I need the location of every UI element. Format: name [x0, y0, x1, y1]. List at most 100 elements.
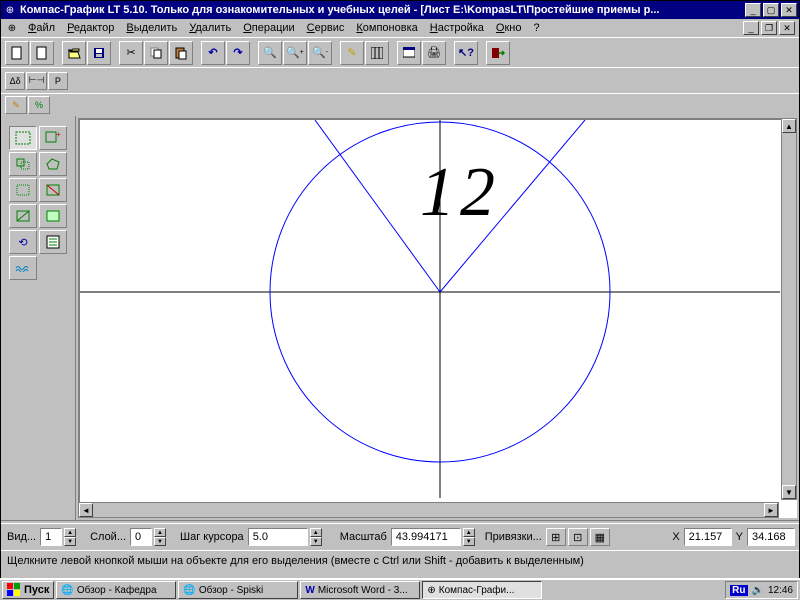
tool-list[interactable] [39, 230, 67, 254]
view-field[interactable]: 1 [40, 528, 62, 546]
tab-bar: Δδ ⊢⊣ P [1, 67, 799, 93]
taskbar: Пуск 🌐Обзор - Кафедра 🌐Обзор - Spiski WM… [0, 578, 800, 600]
x-field: 21.157 [684, 528, 732, 546]
clock[interactable]: 12:46 [768, 585, 793, 596]
volume-icon[interactable]: 🔊 [752, 585, 764, 596]
tool-cross-window[interactable] [39, 178, 67, 202]
minimize-button[interactable]: _ [745, 3, 761, 17]
layer-field[interactable]: 0 [130, 528, 152, 546]
snap-btn-3[interactable]: ▦ [590, 528, 610, 546]
step-field[interactable]: 5.0 [248, 528, 308, 546]
tool-polygon-select[interactable] [39, 152, 67, 176]
menu-select[interactable]: Выделить [120, 20, 183, 36]
snap-btn-2[interactable]: ⊡ [568, 528, 588, 546]
tool-add-select[interactable]: + [39, 126, 67, 150]
tab-edit[interactable]: ✎ [5, 96, 27, 114]
task-button-1[interactable]: 🌐Обзор - Кафедра [56, 581, 176, 599]
scroll-right-button[interactable]: ► [764, 503, 778, 517]
scroll-down-button[interactable]: ▼ [782, 485, 796, 499]
zoom-in-button[interactable]: 🔍+ [283, 41, 307, 65]
titlebar: ⊕ Компас-График LT 5.10. Только для озна… [1, 1, 799, 19]
scale-down[interactable]: ▼ [463, 537, 475, 546]
y-field: 34.168 [747, 528, 795, 546]
close-button[interactable]: ✕ [781, 3, 797, 17]
grid-button[interactable] [365, 41, 389, 65]
new-button[interactable] [30, 41, 54, 65]
tool-refresh[interactable]: ⟲ [9, 230, 37, 254]
vertical-scrollbar[interactable]: ▲ ▼ [781, 118, 797, 500]
y-label: Y [734, 531, 745, 543]
print-button[interactable]: 🖨 [422, 41, 446, 65]
tab-p[interactable]: P [48, 72, 68, 90]
tab-constraints[interactable]: ⊢⊣ [26, 72, 46, 90]
exit-button[interactable] [486, 41, 510, 65]
snap-label[interactable]: Привязки... [483, 531, 544, 543]
tab-percent[interactable]: % [28, 96, 50, 114]
view-down[interactable]: ▼ [64, 537, 76, 546]
step-up[interactable]: ▲ [310, 528, 322, 537]
scroll-left-button[interactable]: ◄ [79, 503, 93, 517]
tool-all[interactable] [39, 204, 67, 228]
scale-up[interactable]: ▲ [463, 528, 475, 537]
parameter-bar: Вид... 1 ▲▼ Слой... 0 ▲▼ Шаг курсора 5.0… [1, 524, 799, 550]
layer-label[interactable]: Слой... [88, 531, 128, 543]
step-label: Шаг курсора [178, 531, 246, 543]
menu-settings[interactable]: Настройка [424, 20, 490, 36]
mdi-minimize-button[interactable]: _ [743, 21, 759, 35]
tool-palette: + ⟲ [1, 116, 76, 520]
layer-down[interactable]: ▼ [154, 537, 166, 546]
save-button[interactable] [87, 41, 111, 65]
select-tool-button[interactable]: ✎ [340, 41, 364, 65]
view-up[interactable]: ▲ [64, 528, 76, 537]
tab-dims[interactable]: Δδ [5, 72, 25, 90]
menu-file[interactable]: Файл [22, 20, 61, 36]
menu-editor[interactable]: Редактор [61, 20, 120, 36]
word-icon: W [305, 585, 314, 596]
mdi-close-button[interactable]: ✕ [779, 21, 795, 35]
menu-layout[interactable]: Компоновка [350, 20, 423, 36]
menu-window[interactable]: Окно [490, 20, 528, 36]
snap-btn-1[interactable]: ⊞ [546, 528, 566, 546]
tool-diag[interactable] [9, 204, 37, 228]
zoom-out-button[interactable]: 🔍- [308, 41, 332, 65]
help-pointer-button[interactable]: ↖? [454, 41, 478, 65]
menu-help[interactable]: ? [528, 20, 546, 36]
open-button[interactable] [62, 41, 86, 65]
scroll-up-button[interactable]: ▲ [782, 119, 796, 133]
mdi-restore-button[interactable]: ❐ [761, 21, 777, 35]
cut-button[interactable]: ✂ [119, 41, 143, 65]
horizontal-scrollbar[interactable]: ◄ ► [78, 502, 779, 518]
layer-up[interactable]: ▲ [154, 528, 166, 537]
tool-select-rect[interactable] [9, 126, 37, 150]
mdi-icon[interactable]: ⊕ [5, 21, 19, 35]
kompas-icon: ⊕ [427, 585, 435, 596]
main-area: + ⟲ 1 2 [1, 116, 799, 520]
tool-lasso[interactable] [9, 152, 37, 176]
redo-button[interactable]: ↷ [226, 41, 250, 65]
maximize-button[interactable]: ▢ [763, 3, 779, 17]
start-button[interactable]: Пуск [2, 581, 54, 599]
step-down[interactable]: ▼ [310, 537, 322, 546]
status-bar: Щелкните левой кнопкой мыши на объекте д… [1, 550, 799, 570]
task-button-4[interactable]: ⊕Компас-Графи... [422, 581, 542, 599]
scale-label: Масштаб [338, 531, 389, 543]
paste-button[interactable] [169, 41, 193, 65]
tool-window[interactable] [9, 178, 37, 202]
menu-delete[interactable]: Удалить [183, 20, 237, 36]
language-indicator[interactable]: Ru [730, 585, 747, 596]
zoom-button[interactable]: 🔍 [258, 41, 282, 65]
task-button-2[interactable]: 🌐Обзор - Spiski [178, 581, 298, 599]
task-button-3[interactable]: WMicrosoft Word - 3... [300, 581, 420, 599]
canvas-container: 1 2 ▲ ▼ ◄ ► [76, 116, 799, 520]
properties-button[interactable] [397, 41, 421, 65]
new-doc-button[interactable] [5, 41, 29, 65]
scale-field[interactable]: 43.994171 [391, 528, 461, 546]
drawing-canvas[interactable]: 1 2 [78, 118, 797, 518]
view-label[interactable]: Вид... [5, 531, 38, 543]
tool-hatch[interactable] [9, 256, 37, 280]
menu-operations[interactable]: Операции [237, 20, 300, 36]
menu-service[interactable]: Сервис [301, 20, 351, 36]
copy-button[interactable] [144, 41, 168, 65]
undo-button[interactable]: ↶ [201, 41, 225, 65]
status-text: Щелкните левой кнопкой мыши на объекте д… [7, 555, 584, 567]
